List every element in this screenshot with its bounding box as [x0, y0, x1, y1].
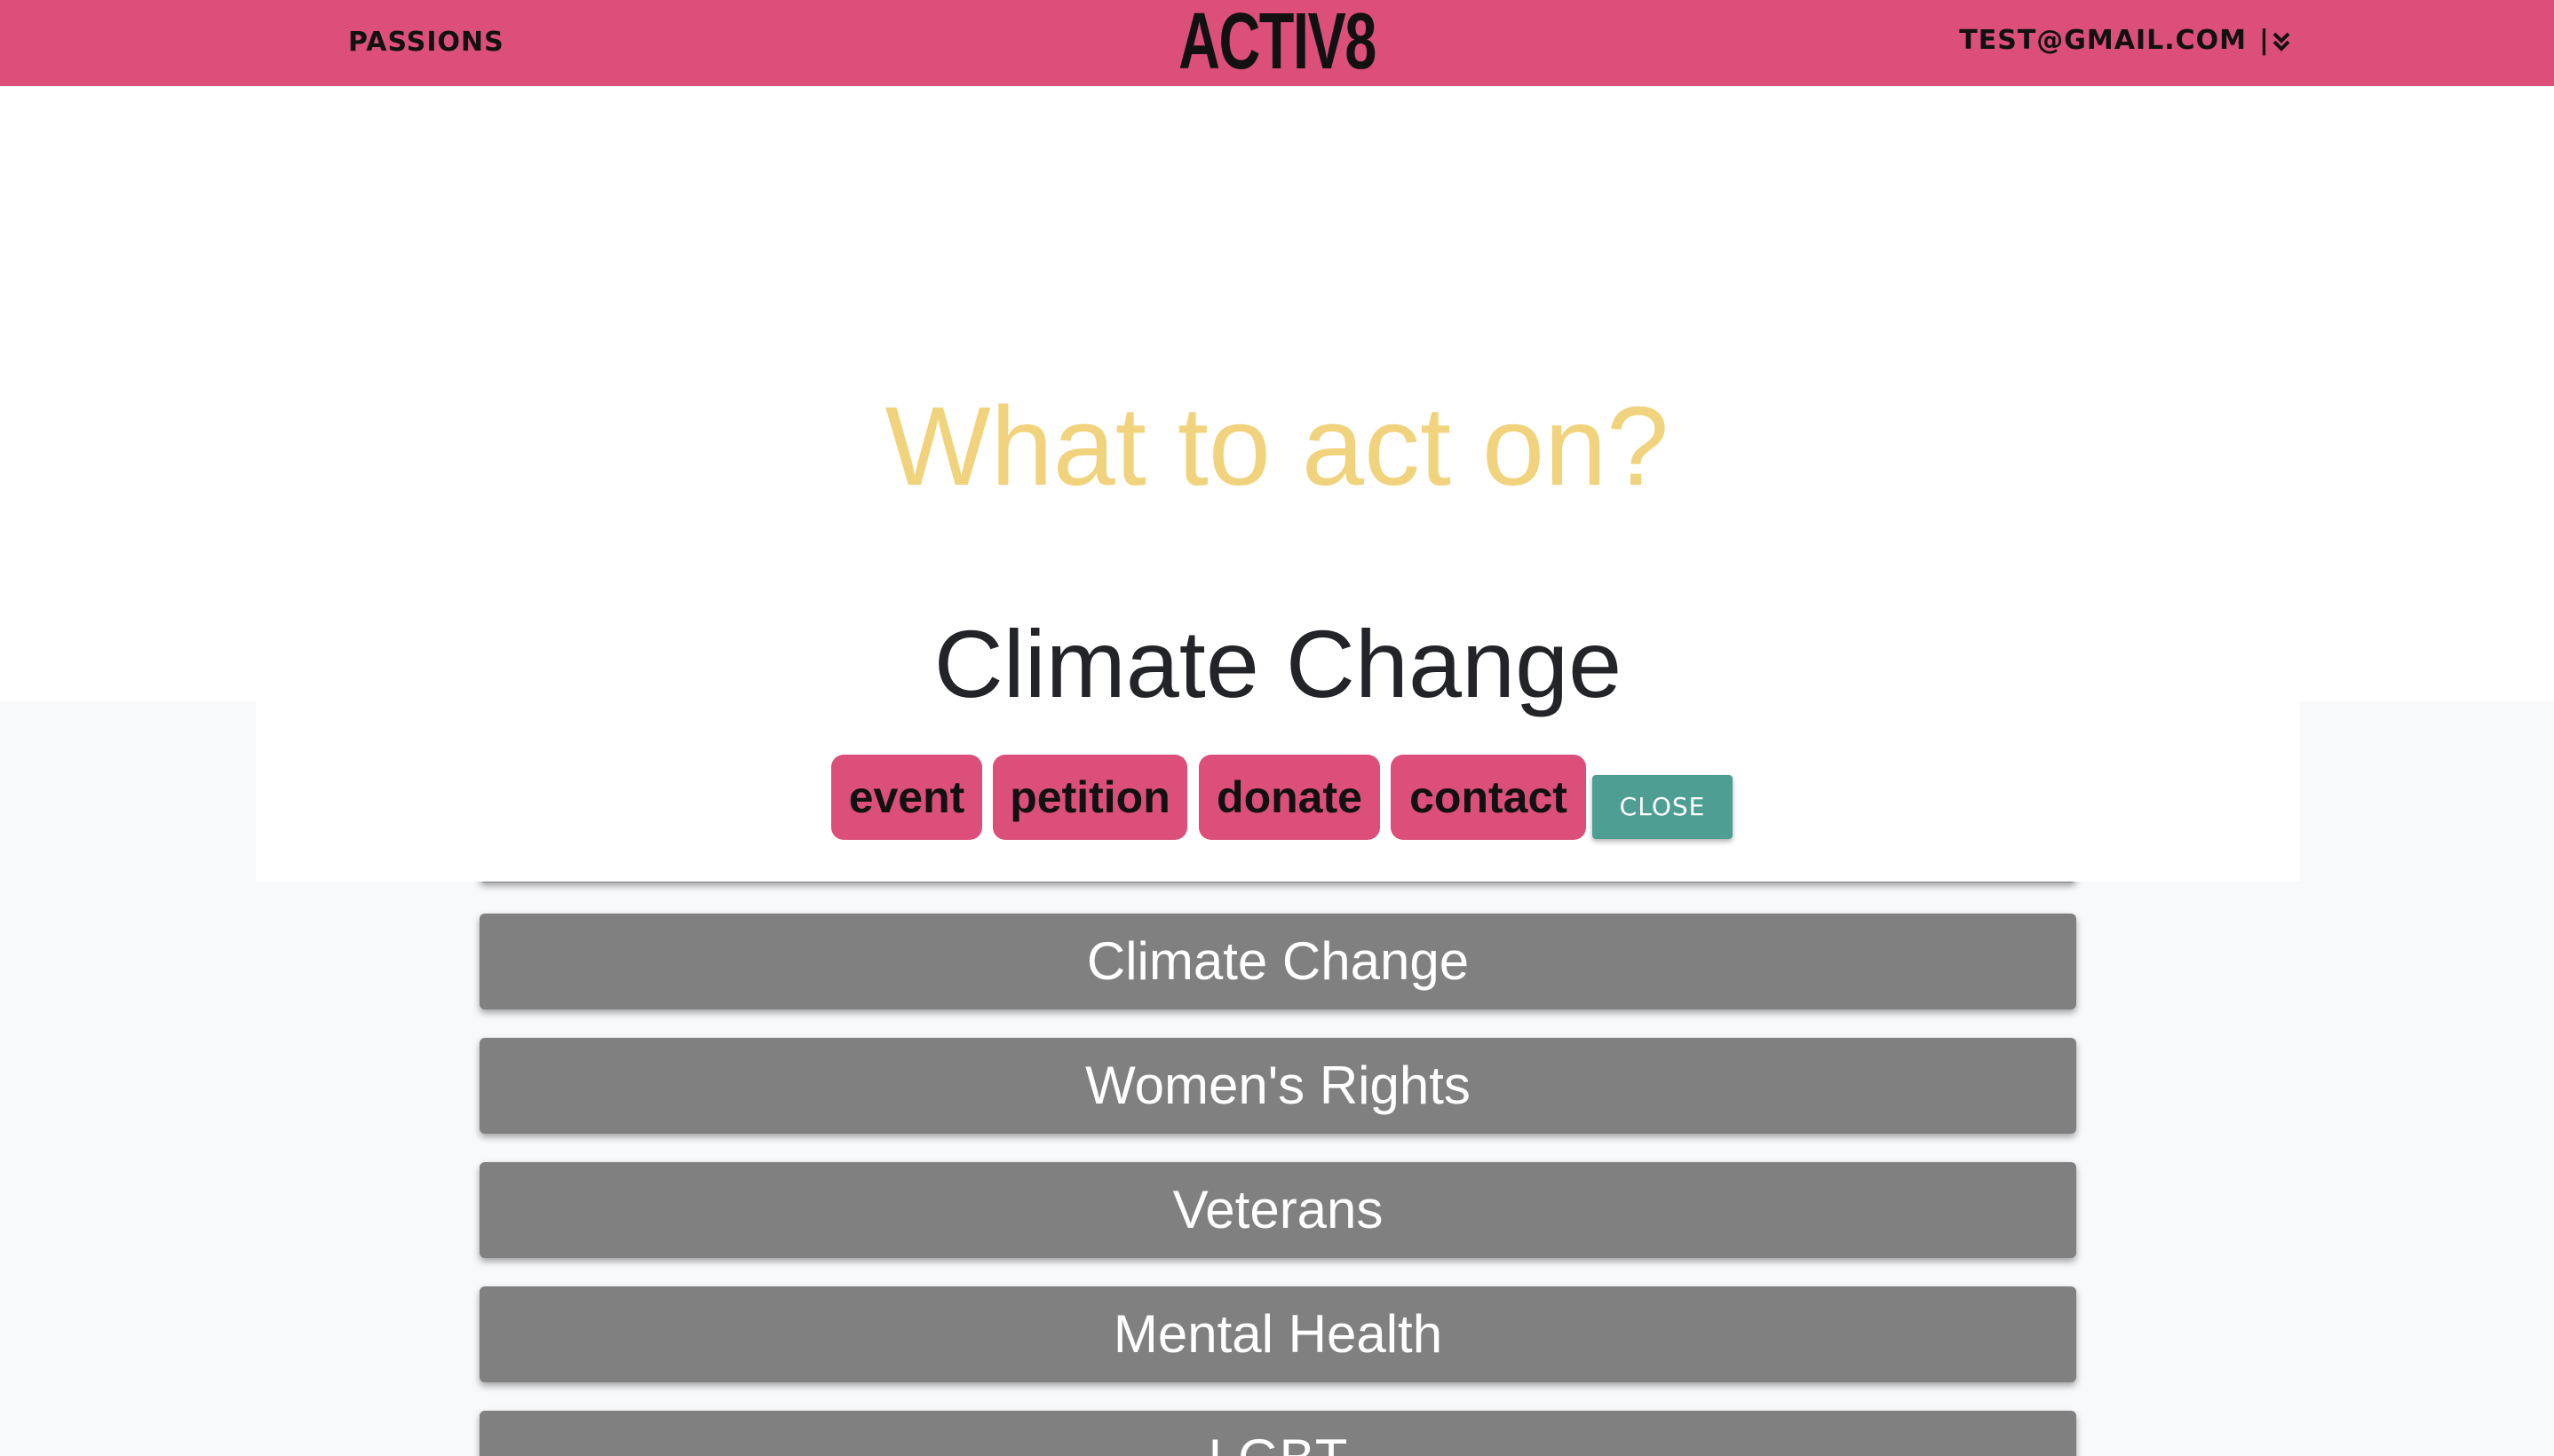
double-chevron-down-icon[interactable]	[2272, 29, 2291, 52]
cause-item-climate-change[interactable]: Climate Change	[480, 914, 2076, 1009]
user-menu[interactable]: TEST@GMAIL.COM |	[1959, 25, 2291, 56]
user-menu-separator: |	[2259, 25, 2270, 56]
action-petition-button[interactable]: petition	[993, 755, 1187, 840]
action-event-button[interactable]: event	[831, 755, 982, 840]
action-contact-button[interactable]: contact	[1391, 755, 1586, 840]
nav-passions-link[interactable]: PASSIONS	[348, 27, 504, 58]
cause-action-modal: Climate Change event petition donate con…	[256, 542, 2300, 882]
modal-close-button[interactable]: CLOSE	[1592, 775, 1733, 839]
cause-item-mental-health[interactable]: Mental Health	[480, 1286, 2076, 1382]
top-navbar: PASSIONS ACTIV8 TEST@GMAIL.COM |	[0, 0, 2554, 86]
cause-item-womens-rights[interactable]: Women's Rights	[480, 1038, 2076, 1134]
modal-action-chips: event petition donate contact	[256, 755, 2300, 843]
page-question-heading: What to act on?	[884, 384, 1670, 509]
app-logo: ACTIV8	[1178, 0, 1376, 86]
action-donate-button[interactable]: donate	[1199, 755, 1380, 840]
page: PASSIONS ACTIV8 TEST@GMAIL.COM | What to…	[0, 0, 2554, 1456]
modal-title: Climate Change	[933, 610, 1622, 717]
cause-item-lgbt[interactable]: LGBT	[480, 1411, 2076, 1456]
cause-item-veterans[interactable]: Veterans	[480, 1162, 2076, 1258]
user-email: TEST@GMAIL.COM	[1959, 25, 2248, 56]
